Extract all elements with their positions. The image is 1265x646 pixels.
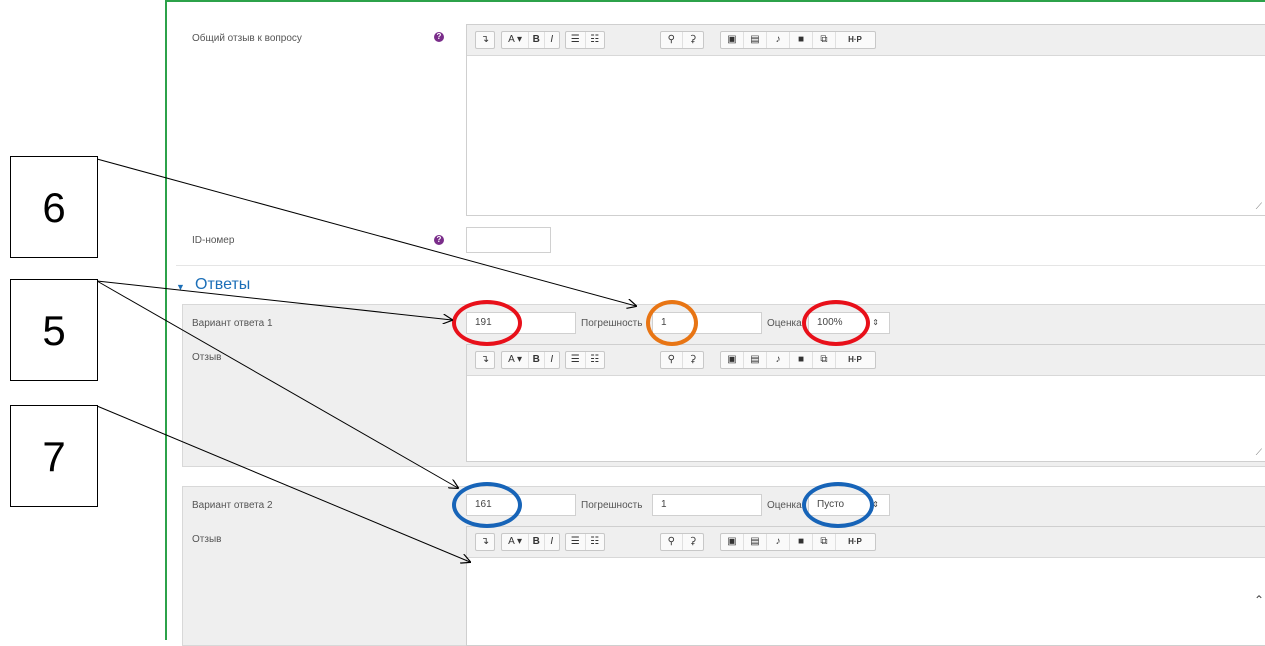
arrow-6-to-tolerance: [96, 158, 636, 306]
callout-5: 5: [10, 279, 98, 381]
arrow-5-to-answer-1: [96, 280, 452, 320]
arrow-7-to-feedback: [96, 405, 470, 562]
arrow-5-to-answer-2: [96, 280, 458, 488]
callout-6: 6: [10, 156, 98, 258]
annotation-arrows: [96, 158, 1265, 632]
callout-7: 7: [10, 405, 98, 507]
